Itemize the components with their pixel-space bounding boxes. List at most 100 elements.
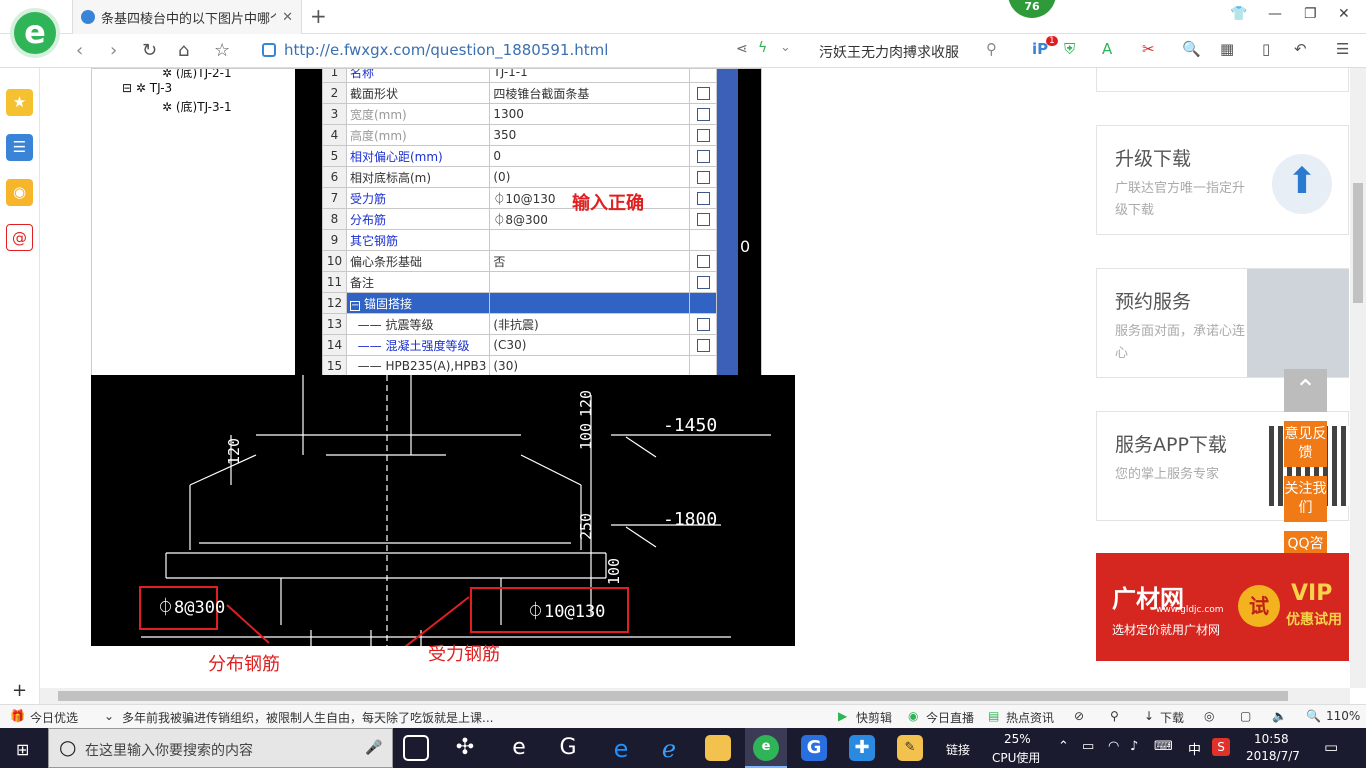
phone-icon[interactable]: ▯ bbox=[1262, 40, 1270, 58]
taskbar-active-browser[interactable]: e bbox=[745, 728, 787, 768]
wifi-icon[interactable]: ◠ bbox=[1108, 739, 1119, 754]
property-value[interactable]: (0) bbox=[489, 166, 691, 188]
battery-icon[interactable]: ▭ bbox=[1082, 739, 1094, 754]
checkbox[interactable] bbox=[696, 192, 710, 205]
new-tab-icon[interactable]: + bbox=[310, 4, 327, 28]
property-checkbox-cell[interactable] bbox=[689, 166, 717, 188]
checkbox[interactable] bbox=[696, 213, 710, 226]
search-icon[interactable]: ⚲ bbox=[986, 40, 997, 58]
gldjc-ad-banner[interactable]: 广材网 www.gldjc.com 选材定价就用广材网 试 VIP 优惠试用 bbox=[1096, 553, 1349, 661]
keyboard-icon[interactable]: ⌨ bbox=[1154, 739, 1173, 754]
link-label[interactable]: 链接 bbox=[946, 741, 970, 758]
mute-icon[interactable]: 🔈 bbox=[1272, 709, 1287, 723]
horizontal-scroll-thumb[interactable] bbox=[58, 691, 1288, 701]
appointment-card[interactable]: 预约服务 服务面对面，承诺心连心 bbox=[1096, 268, 1349, 378]
upgrade-download-card[interactable]: 升级下载 广联达官方唯一指定升级下载 ⬆ bbox=[1096, 125, 1349, 235]
pin-icon[interactable]: ⚲ bbox=[1110, 709, 1119, 723]
hot-news-link[interactable]: 热点资讯 bbox=[1006, 709, 1054, 726]
grid-row[interactable]: 6 相对底标高(m) (0) bbox=[322, 166, 717, 188]
grid-row[interactable]: 5 相对偏心距(mm) 0 bbox=[322, 145, 717, 167]
grid-row[interactable]: 11 备注 bbox=[322, 271, 717, 293]
search-input[interactable]: 污妖王无力肉搏求收服 bbox=[819, 42, 959, 62]
reading-list-icon[interactable]: ☰ bbox=[6, 134, 33, 161]
property-checkbox-cell[interactable] bbox=[689, 187, 717, 209]
grid-row[interactable]: 2 截面形状 四棱锥台截面条基 bbox=[322, 82, 717, 104]
checkbox[interactable] bbox=[696, 255, 710, 268]
back-to-top-button[interactable]: ⌃ bbox=[1284, 369, 1327, 412]
notepad-icon[interactable]: ✎ bbox=[897, 735, 923, 761]
scissors-icon[interactable]: ✂ bbox=[1142, 40, 1155, 58]
grid-row[interactable]: 7 受力筋 ⏀10@130 bbox=[322, 187, 717, 209]
magnifier-icon[interactable]: 🔍 bbox=[1182, 40, 1201, 58]
share-icon[interactable]: ⋖ bbox=[736, 41, 748, 57]
translate-icon[interactable]: A bbox=[1102, 40, 1112, 58]
grid-row[interactable]: 14 —— 混凝土强度等级 (C30) bbox=[322, 334, 717, 356]
checkbox[interactable] bbox=[696, 129, 710, 142]
property-value[interactable]: 1300 bbox=[489, 103, 691, 125]
grid-row[interactable]: 4 高度(mm) 350 bbox=[322, 124, 717, 146]
task-view-icon[interactable] bbox=[403, 735, 429, 761]
news-ticker[interactable]: 多年前我被骗进传销组织，被限制人生自由，每天除了吃饭就是上课... bbox=[122, 709, 493, 726]
apps-icon[interactable]: ▦ bbox=[1220, 40, 1234, 58]
checkbox[interactable] bbox=[696, 171, 710, 184]
property-value[interactable]: 四棱锥台截面条基 bbox=[489, 82, 691, 104]
property-checkbox-cell[interactable] bbox=[689, 313, 717, 335]
grid-row[interactable]: 13 —— 抗震等级 (非抗震) bbox=[322, 313, 717, 335]
home-icon[interactable]: ⌂ bbox=[178, 40, 189, 61]
gift-icon[interactable]: 🎁 bbox=[10, 709, 25, 723]
property-checkbox-cell[interactable] bbox=[689, 250, 717, 272]
zoom-icon[interactable]: 🔍 bbox=[1306, 709, 1321, 723]
grid-row[interactable]: 1 名称 TJ-1-1 bbox=[322, 69, 717, 83]
property-checkbox-cell[interactable] bbox=[689, 103, 717, 125]
windows-start-icon[interactable]: ⊞ bbox=[16, 740, 29, 759]
today-picks-link[interactable]: 今日优选 bbox=[30, 709, 78, 726]
property-checkbox-cell[interactable] bbox=[689, 271, 717, 293]
checkbox[interactable] bbox=[696, 339, 710, 352]
property-checkbox-cell[interactable] bbox=[689, 82, 717, 104]
lightning-icon[interactable]: ϟ bbox=[758, 40, 767, 56]
horizontal-scrollbar[interactable] bbox=[40, 688, 1350, 704]
tab-close-icon[interactable]: ✕ bbox=[282, 10, 293, 25]
menu-icon[interactable]: ☰ bbox=[1336, 40, 1349, 58]
sogou-icon[interactable]: S bbox=[1212, 738, 1230, 756]
property-value[interactable]: TJ-1-1 bbox=[489, 69, 691, 83]
chevron-down-icon[interactable]: ⌄ bbox=[780, 40, 791, 55]
feedback-button[interactable]: 意见反馈 bbox=[1284, 421, 1327, 467]
checkbox[interactable] bbox=[696, 87, 710, 100]
plus-app-icon[interactable]: ✚ bbox=[849, 735, 875, 761]
grid-row[interactable]: 9 其它钢筋 bbox=[322, 229, 717, 251]
checkbox[interactable] bbox=[696, 318, 710, 331]
property-checkbox-cell[interactable] bbox=[689, 355, 717, 375]
zoom-level[interactable]: 110% bbox=[1326, 709, 1360, 723]
forward-icon[interactable]: › bbox=[110, 40, 117, 61]
circle-g-icon[interactable]: G bbox=[555, 735, 581, 761]
property-value[interactable]: (非抗震) bbox=[489, 313, 691, 335]
grid-row[interactable]: 3 宽度(mm) 1300 bbox=[322, 103, 717, 125]
download-link[interactable]: 下载 bbox=[1160, 709, 1184, 726]
ie-e-icon[interactable]: e bbox=[506, 735, 532, 761]
ie-icon[interactable]: ℯ bbox=[656, 735, 682, 763]
edge-icon[interactable]: e bbox=[608, 735, 634, 763]
reload-icon[interactable]: ↻ bbox=[142, 40, 157, 61]
undo-icon[interactable]: ↶ bbox=[1294, 40, 1307, 58]
vertical-scrollbar[interactable] bbox=[1350, 68, 1366, 688]
weibo-icon[interactable]: ◉ bbox=[6, 179, 33, 206]
mail-icon[interactable]: @ bbox=[6, 224, 33, 251]
property-checkbox-cell[interactable] bbox=[689, 208, 717, 230]
property-checkbox-cell[interactable] bbox=[689, 145, 717, 167]
maximize-icon[interactable]: ❐ bbox=[1304, 6, 1317, 22]
shield-icon[interactable]: ⛨ bbox=[1064, 40, 1075, 58]
mic-icon[interactable]: 🎤 bbox=[365, 740, 382, 756]
property-value[interactable]: 350 bbox=[489, 124, 691, 146]
property-checkbox-cell[interactable] bbox=[689, 69, 717, 83]
ime-indicator[interactable]: 中 bbox=[1188, 739, 1201, 758]
property-checkbox-cell[interactable] bbox=[689, 229, 717, 251]
browser-tab[interactable]: 条基四棱台中的以下图片中哪个 ✕ bbox=[72, 0, 302, 34]
checkbox[interactable] bbox=[696, 276, 710, 289]
bookmark-star-icon[interactable]: ☆ bbox=[214, 40, 230, 61]
add-sidebar-icon[interactable]: + bbox=[12, 680, 27, 701]
property-value[interactable] bbox=[489, 292, 691, 314]
back-icon[interactable]: ‹ bbox=[76, 40, 83, 61]
shirt-icon[interactable]: 👕 bbox=[1230, 6, 1247, 22]
grid-row[interactable]: 12− 锚固搭接 bbox=[322, 292, 717, 314]
